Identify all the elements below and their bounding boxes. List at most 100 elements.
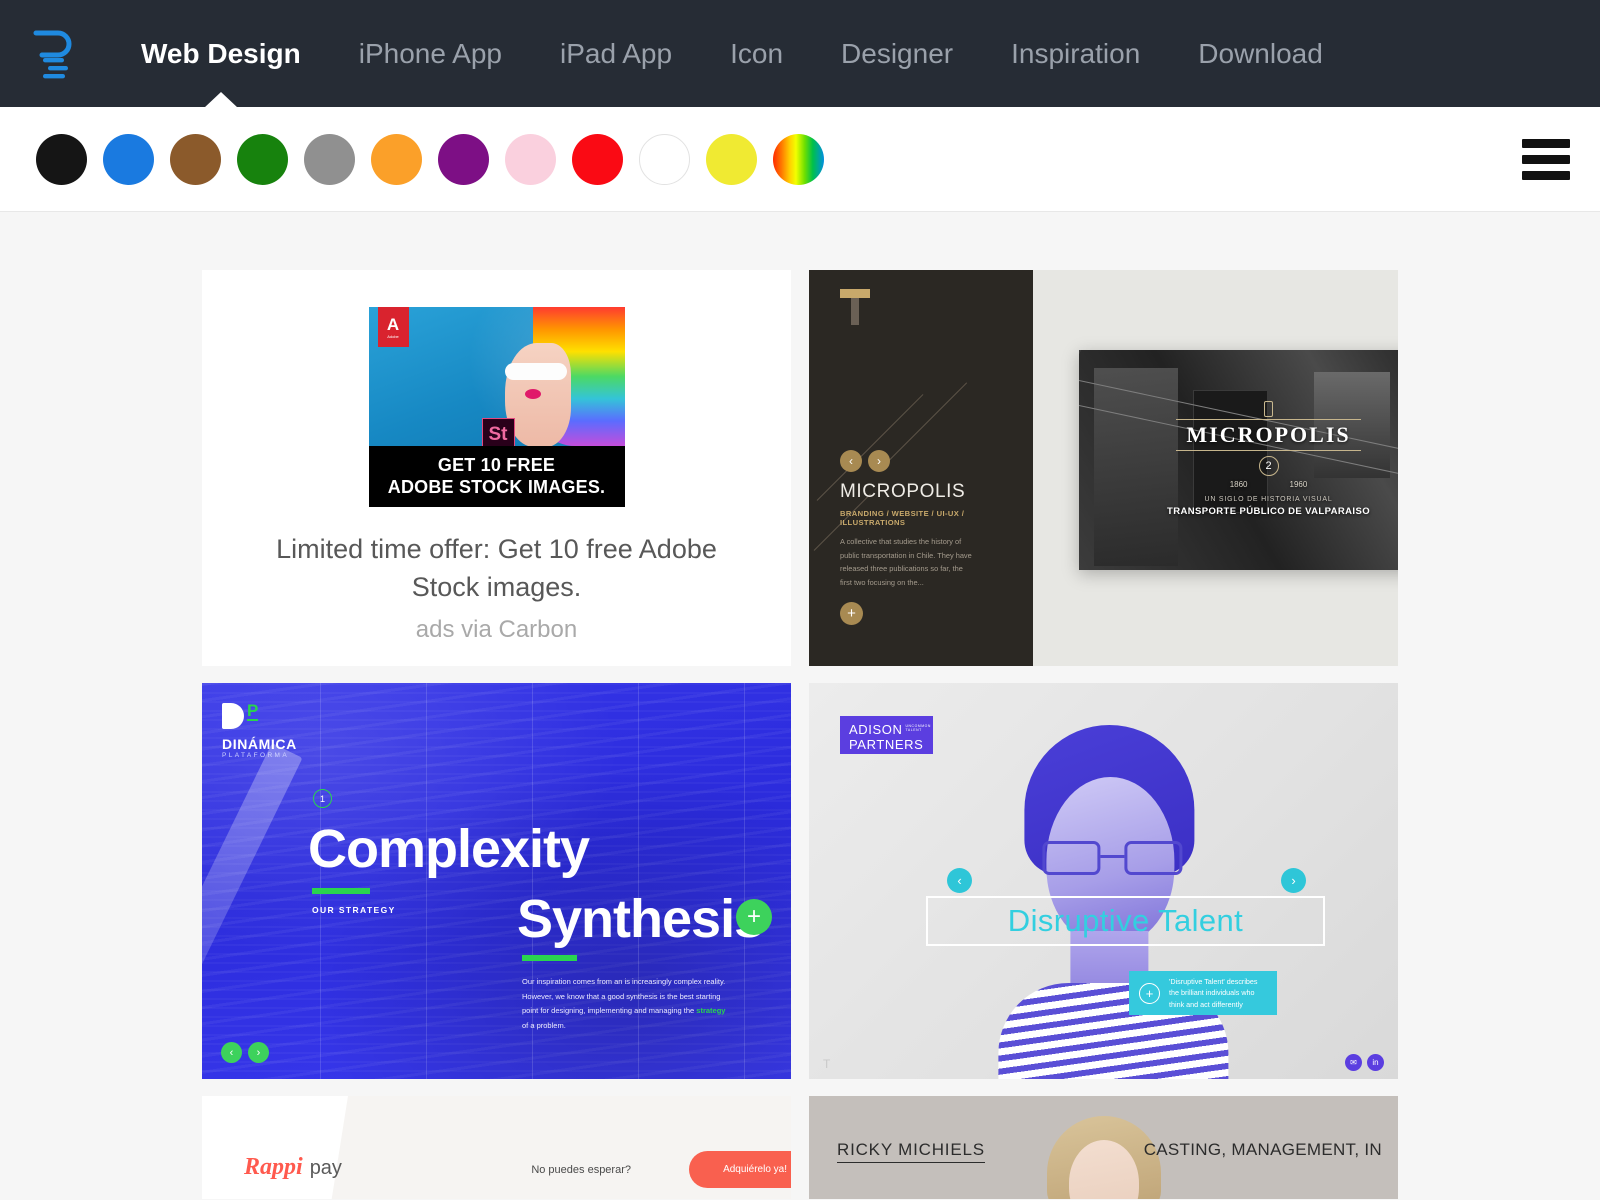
ricky-service-tags: CASTING, MANAGEMENT, IN [1143, 1140, 1382, 1159]
nav-item-ipad-app[interactable]: iPad App [531, 0, 701, 107]
project-card-rappi-pay[interactable]: Rappi pay No puedes esperar? Adquiérelo … [202, 1096, 791, 1199]
poster-overlay-text: MICROPOLIS 2 1860 1960 UN SIGLO DE HISTO… [1079, 350, 1398, 570]
color-swatch-purple[interactable] [438, 133, 489, 185]
lamp-icon [1264, 401, 1273, 418]
ad-banner-line1: GET 10 FREE [437, 454, 556, 475]
dinamica-heading-complexity: Complexity [308, 819, 590, 879]
linkedin-icon[interactable]: in [1367, 1054, 1384, 1071]
project-card-dinamica[interactable]: P DINÁMICA PLATAFORMA 1 Complexity OUR S… [202, 683, 791, 1079]
color-swatch-red[interactable] [572, 133, 623, 185]
nav-item-list: Web Design iPhone App iPad App Icon Desi… [112, 0, 1352, 108]
adison-headline: Disruptive Talent [1007, 903, 1244, 938]
corner-mark-icon: T [823, 1057, 831, 1071]
color-swatch-blue[interactable] [103, 133, 154, 185]
poster-year-range: 1860 1960 [1230, 480, 1308, 489]
ad-attribution-link[interactable]: ads via Carbon [416, 616, 577, 644]
dinamica-logo: P DINÁMICA PLATAFORMA [222, 701, 297, 759]
adison-brand-tagline: UNCOMMON TALENT [905, 724, 931, 733]
dinamica-kicker-label: OUR STRATEGY [312, 905, 396, 915]
card-grid: A Adobe St GET 10 FREE ADOBE STOCK IMAGE… [202, 270, 1398, 1199]
prev-slide-button[interactable]: ‹ [221, 1042, 242, 1063]
color-swatch-yellow[interactable] [706, 133, 757, 185]
next-slide-button[interactable]: › [1281, 868, 1306, 893]
dinamica-paragraph: Our inspiration comes from an is increas… [522, 975, 732, 1034]
project-card-adison-partners[interactable]: ADISON UNCOMMON TALENT PARTNERS ‹ › Disr… [809, 683, 1398, 1079]
adison-brand-line1: ADISON [849, 722, 903, 737]
poster-year-end: 1960 [1289, 480, 1308, 490]
color-swatch-pink[interactable] [505, 133, 556, 185]
nav-item-download[interactable]: Download [1169, 0, 1352, 107]
eyeglasses-graphic [1041, 841, 1182, 875]
green-underline-rule [312, 888, 370, 894]
micropolis-t-logo-icon [840, 289, 870, 325]
hamburger-menu-icon[interactable] [1522, 138, 1570, 180]
ricky-michiels-name: RICKY MICHIELS [837, 1140, 985, 1163]
color-swatch-brown[interactable] [170, 133, 221, 185]
micropolis-poster-image: MICROPOLIS 2 1860 1960 UN SIGLO DE HISTO… [1079, 350, 1398, 570]
color-swatch-rainbow[interactable] [773, 133, 824, 185]
layout-guide-line [320, 683, 321, 1079]
green-underline-rule [522, 955, 577, 961]
color-swatch-orange[interactable] [371, 133, 422, 185]
dinamica-carousel-controls: ‹ › [221, 1042, 269, 1063]
nav-item-icon[interactable]: Icon [701, 0, 812, 107]
rappi-question-text: No puedes esperar? [531, 1164, 631, 1176]
site-logo[interactable] [0, 27, 112, 81]
poster-title: MICROPOLIS [1176, 419, 1361, 452]
adobe-logo-icon: A Adobe [377, 307, 409, 347]
dinamica-paragraph-part-b: of a problem. [522, 1020, 566, 1030]
poster-issue-number: 2 [1258, 456, 1279, 477]
social-links: ✉ in [1345, 1054, 1384, 1071]
dinamica-heading-synthesis: Synthesis [517, 889, 764, 949]
layout-guide-line [426, 683, 427, 1079]
hamburger-bar [1522, 170, 1570, 180]
micropolis-preview-panel: MICROPOLIS 2 1860 1960 UN SIGLO DE HISTO… [1033, 270, 1398, 666]
micropolis-description: A collective that studies the history of… [840, 537, 972, 588]
micropolis-expand-button[interactable]: + [840, 601, 863, 625]
nav-item-iphone-app[interactable]: iPhone App [330, 0, 531, 107]
advertisement-card[interactable]: A Adobe St GET 10 FREE ADOBE STOCK IMAGE… [202, 270, 791, 666]
dinamica-expand-button[interactable]: + [736, 899, 772, 935]
micropolis-category-tags: BRANDING / WEBSITE / UI-UX / ILLUSTRATIO… [840, 509, 965, 527]
ad-caption-text: Limited time offer: Get 10 free Adobe St… [276, 534, 717, 602]
adison-tooltip-box: + 'Disruptive Talent' describes the bril… [1129, 971, 1277, 1015]
adison-brand-line2: PARTNERS [849, 737, 924, 752]
rappi-cta-button[interactable]: Adquiérelo ya! [689, 1151, 791, 1188]
twitter-icon[interactable]: ✉ [1345, 1054, 1362, 1071]
top-navigation-bar: Web Design iPhone App iPad App Icon Desi… [0, 0, 1600, 108]
step-number-badge: 1 [313, 789, 332, 808]
prev-slide-button[interactable]: ‹ [947, 868, 972, 893]
lips-graphic [524, 389, 541, 399]
poster-subtitle-2: TRANSPORTE PÚBLICO DE VALPARAISO [1167, 506, 1370, 518]
plus-icon[interactable]: + [1139, 982, 1160, 1004]
poster-year-start: 1860 [1229, 480, 1248, 490]
ad-banner-image[interactable]: A Adobe St GET 10 FREE ADOBE STOCK IMAGE… [368, 307, 625, 507]
rappi-wordmark: Rappi [244, 1154, 303, 1180]
rappi-pay-suffix: pay [309, 1157, 342, 1179]
nav-item-designer[interactable]: Designer [812, 0, 982, 107]
dinamica-p-mark: P [247, 701, 259, 722]
next-slide-button[interactable]: › [248, 1042, 269, 1063]
color-swatch-green[interactable] [237, 133, 288, 185]
color-swatch-black[interactable] [36, 133, 87, 185]
color-swatch-white[interactable] [639, 133, 690, 185]
hamburger-bar [1522, 154, 1570, 164]
gallery-content-area: A Adobe St GET 10 FREE ADOBE STOCK IMAGE… [0, 212, 1600, 1199]
color-swatch-list [36, 133, 840, 185]
nav-item-inspiration[interactable]: Inspiration [982, 0, 1169, 107]
micropolis-carousel-controls: ‹ › [840, 450, 1019, 472]
poster-subtitle-1: UN SIGLO DE HISTORIA VISUAL [1204, 496, 1333, 504]
color-swatch-gray[interactable] [304, 133, 355, 185]
project-card-micropolis[interactable]: ‹ › MICROPOLIS BRANDING / WEBSITE / UI-U… [809, 270, 1398, 666]
sunglasses-graphic [504, 363, 567, 380]
headline-frame: Disruptive Talent [926, 896, 1325, 946]
rappi-pay-logo: Rappi pay [244, 1154, 342, 1181]
rappi-white-panel [202, 1096, 348, 1199]
prev-slide-button[interactable]: ‹ [840, 450, 862, 472]
next-slide-button[interactable]: › [868, 450, 890, 472]
project-card-ricky-michiels[interactable]: RICKY MICHIELS CASTING, MANAGEMENT, IN [809, 1096, 1398, 1199]
micropolis-title: MICROPOLIS [840, 481, 966, 502]
dinamica-paragraph-part-a: Our inspiration comes from an is increas… [522, 977, 726, 1016]
nav-item-web-design[interactable]: Web Design [112, 0, 330, 108]
layout-guide-line [744, 683, 745, 1079]
